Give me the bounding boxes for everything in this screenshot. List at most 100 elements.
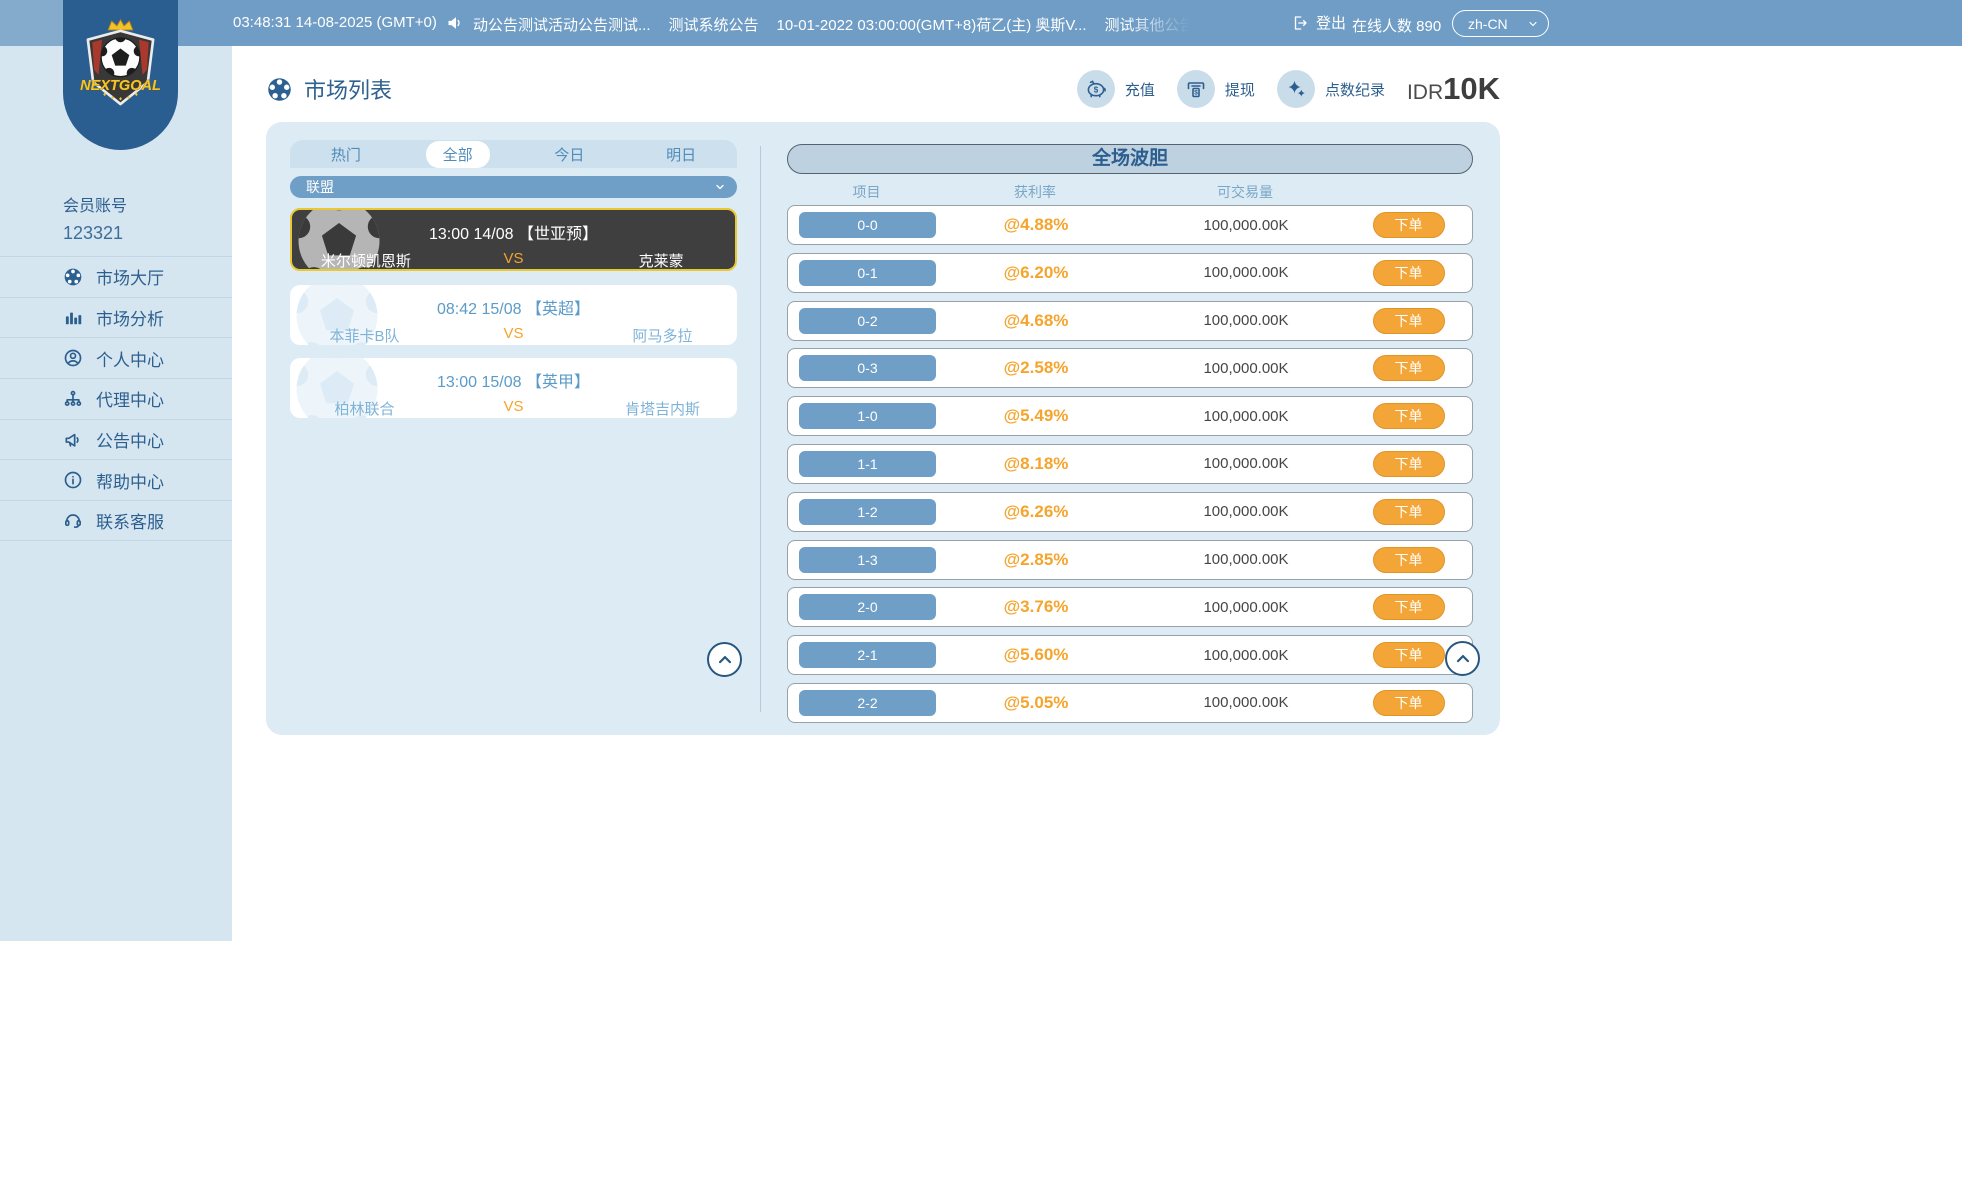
headset-icon — [63, 510, 83, 530]
odds-row: 1-1 @8.18% 100,000.00K 下单 — [787, 444, 1473, 484]
match-filter-tabs: 热门 全部 今日 明日 — [290, 140, 737, 168]
score-badge: 2-1 — [799, 642, 936, 668]
score-badge: 2-0 — [799, 594, 936, 620]
tab-today[interactable]: 今日 — [514, 141, 626, 168]
panel-divider — [760, 146, 761, 712]
tab-all[interactable]: 全部 — [402, 141, 514, 168]
withdraw-button[interactable]: $ 提现 — [1177, 70, 1255, 108]
profit-rate: @5.05% — [936, 693, 1136, 713]
odds-column-headers: 项目 获利率 可交易量 — [787, 182, 1473, 199]
svg-text:$: $ — [1094, 85, 1099, 94]
logo-text: NEXTGOAL — [80, 78, 161, 94]
sidebar-item-announcement-center[interactable]: 公告中心 — [0, 419, 232, 460]
place-order-button[interactable]: 下单 — [1373, 499, 1445, 525]
profit-rate: @6.20% — [936, 263, 1136, 283]
place-order-button[interactable]: 下单 — [1373, 260, 1445, 286]
score-badge: 0-1 — [799, 260, 936, 286]
points-record-button[interactable]: 点数纪录 — [1277, 70, 1385, 108]
place-order-button[interactable]: 下单 — [1373, 403, 1445, 429]
chevron-down-icon — [1527, 18, 1539, 30]
announcement-item: 动公告测试活动公告测试... — [473, 14, 651, 34]
place-order-button[interactable]: 下单 — [1373, 594, 1445, 620]
marquee-fade — [1124, 0, 1190, 46]
sidebar-item-personal-center[interactable]: 个人中心 — [0, 337, 232, 378]
profit-rate: @2.85% — [936, 550, 1136, 570]
vs-label: VS — [439, 325, 588, 345]
score-badge: 2-2 — [799, 690, 936, 716]
speaker-icon — [446, 13, 466, 33]
profit-rate: @6.26% — [936, 502, 1136, 522]
odds-row: 0-2 @4.68% 100,000.00K 下单 — [787, 301, 1473, 341]
app-page: 03:48:31 14-08-2025 (GMT+0) 动公告测试活动公告测试.… — [0, 0, 1962, 1179]
away-team: 阿马多拉 — [588, 325, 737, 345]
soccer-ball-icon — [266, 76, 293, 103]
sidebar-item-help-center[interactable]: 帮助中心 — [0, 459, 232, 500]
column-header-item: 项目 — [798, 182, 935, 202]
vs-label: VS — [439, 398, 588, 418]
megaphone-icon — [63, 430, 83, 450]
sidebar-item-label: 联系客服 — [96, 508, 164, 533]
account-value: 123321 — [63, 223, 127, 244]
match-time: 13:00 15/08 【英甲】 — [290, 368, 737, 392]
away-team: 克莱蒙 — [587, 250, 735, 271]
balance-amount: 10K — [1443, 71, 1500, 107]
language-select[interactable]: zh-CN — [1452, 10, 1549, 37]
logout-button[interactable]: 登出 — [1291, 12, 1346, 33]
odds-row: 0-0 @4.88% 100,000.00K 下单 — [787, 205, 1473, 245]
odds-row: 1-3 @2.85% 100,000.00K 下单 — [787, 540, 1473, 580]
account-label: 会员账号 — [63, 192, 127, 216]
odds-row-list: 0-0 @4.88% 100,000.00K 下单 0-1 @6.20% 100… — [787, 205, 1473, 731]
chevron-down-icon — [714, 181, 726, 193]
column-header-rate: 获利率 — [935, 182, 1135, 202]
deposit-button[interactable]: $ 充值 — [1077, 70, 1155, 108]
place-order-button[interactable]: 下单 — [1373, 212, 1445, 238]
logo[interactable]: NEXTGOAL — [63, 0, 178, 150]
member-account: 会员账号 123321 — [63, 192, 127, 244]
scroll-top-button-left[interactable] — [707, 642, 742, 677]
sidebar-item-market-analysis[interactable]: 市场分析 — [0, 297, 232, 338]
balance-currency: IDR — [1407, 81, 1443, 105]
score-badge: 1-1 — [799, 451, 936, 477]
online-count: 在线人数 890 — [1352, 15, 1441, 36]
home-team: 米尔顿凯恩斯 — [292, 250, 440, 271]
tradable-volume: 100,000.00K — [1136, 503, 1356, 520]
match-card-selected[interactable]: 13:00 14/08 【世亚预】 米尔顿凯恩斯 VS 克莱蒙 — [290, 208, 737, 271]
match-card[interactable]: 13:00 15/08 【英甲】 柏林联合 VS 肯塔吉内斯 — [290, 358, 737, 418]
bar-chart-icon — [63, 308, 83, 328]
tab-hot[interactable]: 热门 — [290, 141, 402, 168]
place-order-button[interactable]: 下单 — [1373, 547, 1445, 573]
tradable-volume: 100,000.00K — [1136, 360, 1356, 377]
sidebar-item-agent-center[interactable]: 代理中心 — [0, 378, 232, 419]
deposit-label: 充值 — [1125, 79, 1155, 100]
sidebar-item-customer-service[interactable]: 联系客服 — [0, 500, 232, 541]
league-select[interactable]: 联盟 — [290, 176, 737, 198]
place-order-button[interactable]: 下单 — [1373, 308, 1445, 334]
piggy-bank-icon: $ — [1077, 70, 1115, 108]
place-order-button[interactable]: 下单 — [1373, 451, 1445, 477]
sidebar: 会员账号 123321 市场大厅 市场分析 个人中心 — [0, 46, 232, 941]
user-icon — [63, 348, 83, 368]
match-time: 08:42 15/08 【英超】 — [290, 295, 737, 319]
soccer-ball-icon — [63, 267, 83, 287]
place-order-button[interactable]: 下单 — [1373, 690, 1445, 716]
withdraw-icon: $ — [1177, 70, 1215, 108]
tab-tomorrow[interactable]: 明日 — [625, 141, 737, 168]
scroll-top-button-right[interactable] — [1445, 641, 1480, 676]
sidebar-item-label: 个人中心 — [96, 346, 164, 371]
odds-panel: 全场波胆 项目 获利率 可交易量 0-0 @4.88% 100,000.00K … — [787, 122, 1473, 735]
sidebar-item-label: 代理中心 — [96, 386, 164, 411]
tradable-volume: 100,000.00K — [1136, 551, 1356, 568]
profit-rate: @4.68% — [936, 311, 1136, 331]
odds-row: 2-2 @5.05% 100,000.00K 下单 — [787, 683, 1473, 723]
tradable-volume: 100,000.00K — [1136, 455, 1356, 472]
sidebar-item-market-hall[interactable]: 市场大厅 — [0, 256, 232, 297]
place-order-button[interactable]: 下单 — [1373, 642, 1445, 668]
match-card[interactable]: 08:42 15/08 【英超】 本菲卡B队 VS 阿马多拉 — [290, 285, 737, 345]
points-record-label: 点数纪录 — [1325, 79, 1385, 100]
logout-icon — [1291, 14, 1309, 32]
place-order-button[interactable]: 下单 — [1373, 355, 1445, 381]
score-badge: 1-0 — [799, 403, 936, 429]
info-icon — [63, 470, 83, 490]
announcement-marquee: 动公告测试活动公告测试...测试系统公告10-01-2022 03:00:00(… — [473, 14, 1189, 34]
score-badge: 1-2 — [799, 499, 936, 525]
